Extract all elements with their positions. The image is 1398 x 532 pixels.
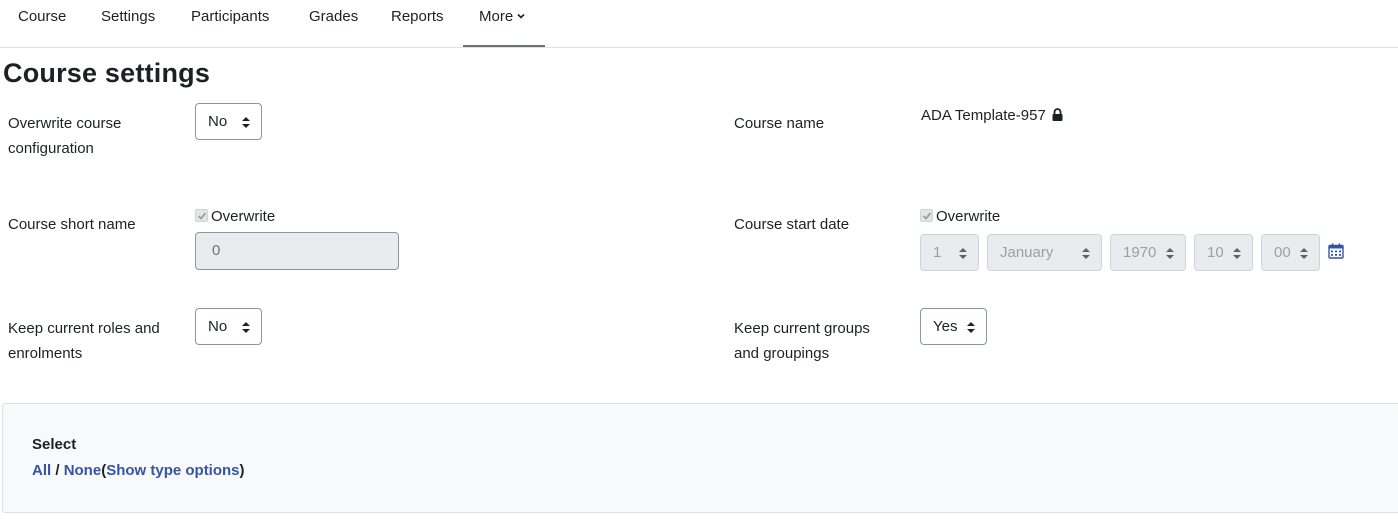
keep-groups-label-line1: Keep current groups — [734, 320, 870, 337]
select-none-link[interactable]: None — [64, 462, 102, 479]
sort-arrows-icon — [242, 322, 250, 333]
keep-roles-label: Keep current roles and enrolments — [8, 316, 160, 366]
short-name-overwrite-label: Overwrite — [211, 208, 276, 225]
close-paren: ) — [239, 462, 245, 479]
start-date-minute-value: 00 — [1274, 244, 1291, 261]
short-name-input[interactable]: 0 — [195, 232, 399, 270]
overwrite-config-select[interactable]: No — [195, 103, 262, 140]
select-section-links: All / None(Show type options) — [32, 462, 245, 479]
chevron-down-icon — [517, 13, 525, 19]
short-name-label: Course short name — [8, 216, 136, 233]
secondary-navigation: Course Settings Participants Grades Repo… — [0, 0, 1398, 48]
select-all-link[interactable]: All — [32, 462, 51, 479]
overwrite-config-label: Overwrite course configuration — [8, 111, 121, 161]
page-title: Course settings — [3, 58, 211, 88]
sort-arrows-icon — [959, 248, 967, 259]
sort-arrows-icon — [242, 117, 250, 128]
lock-icon — [1052, 108, 1063, 121]
select-section-title: Select — [32, 436, 77, 453]
start-date-label: Course start date — [734, 216, 850, 233]
start-date-year-value: 1970 — [1123, 244, 1157, 261]
nav-tab-participants[interactable]: Participants — [175, 0, 285, 47]
start-date-day-select[interactable]: 1 — [920, 234, 979, 271]
keep-groups-value: Yes — [933, 318, 958, 335]
course-name-value-wrap: ADA Template-957 — [921, 107, 1063, 125]
keep-roles-value: No — [208, 318, 228, 335]
start-date-month-value: January — [1000, 244, 1054, 261]
select-separator: / — [55, 462, 60, 479]
nav-more-label: More — [479, 8, 514, 25]
nav-tab-more[interactable]: More — [463, 0, 545, 47]
start-date-month-select[interactable]: January — [987, 234, 1102, 271]
overwrite-config-label-line1: Overwrite course — [8, 115, 122, 132]
keep-roles-label-line1: Keep current roles and — [8, 320, 160, 337]
short-name-overwrite-checkbox[interactable]: Overwrite — [195, 208, 275, 226]
keep-roles-select[interactable]: No — [195, 308, 262, 345]
overwrite-config-value: No — [208, 113, 228, 130]
show-type-options-link[interactable]: Show type options — [106, 462, 239, 479]
overwrite-config-label-line2: configuration — [8, 140, 94, 157]
sort-arrows-icon — [1082, 248, 1090, 259]
sort-arrows-icon — [967, 322, 975, 333]
nav-tab-settings[interactable]: Settings — [85, 0, 171, 47]
keep-groups-label-line2: and groupings — [734, 345, 830, 362]
start-date-minute-select[interactable]: 00 — [1261, 234, 1320, 271]
sort-arrows-icon — [1166, 248, 1174, 259]
nav-tab-course[interactable]: Course — [2, 0, 82, 47]
select-section: Select All / None(Show type options) — [2, 403, 1398, 513]
calendar-icon[interactable] — [1328, 243, 1344, 259]
start-date-overwrite-checkbox[interactable]: Overwrite — [920, 208, 1000, 226]
sort-arrows-icon — [1300, 248, 1308, 259]
keep-groups-label: Keep current groups and groupings — [734, 316, 870, 366]
keep-groups-select[interactable]: Yes — [920, 308, 987, 345]
start-date-hour-select[interactable]: 10 — [1194, 234, 1253, 271]
nav-tab-reports[interactable]: Reports — [375, 0, 460, 47]
keep-roles-label-line2: enrolments — [8, 345, 83, 362]
course-name-value: ADA Template-957 — [921, 107, 1046, 124]
start-date-overwrite-label: Overwrite — [936, 208, 1001, 225]
start-date-hour-value: 10 — [1207, 244, 1224, 261]
checkbox-checked-icon — [920, 209, 933, 222]
start-date-day-value: 1 — [933, 244, 942, 261]
course-name-label: Course name — [734, 115, 825, 132]
nav-tab-grades[interactable]: Grades — [293, 0, 374, 47]
checkbox-checked-icon — [195, 209, 208, 222]
start-date-year-select[interactable]: 1970 — [1110, 234, 1186, 271]
sort-arrows-icon — [1233, 248, 1241, 259]
